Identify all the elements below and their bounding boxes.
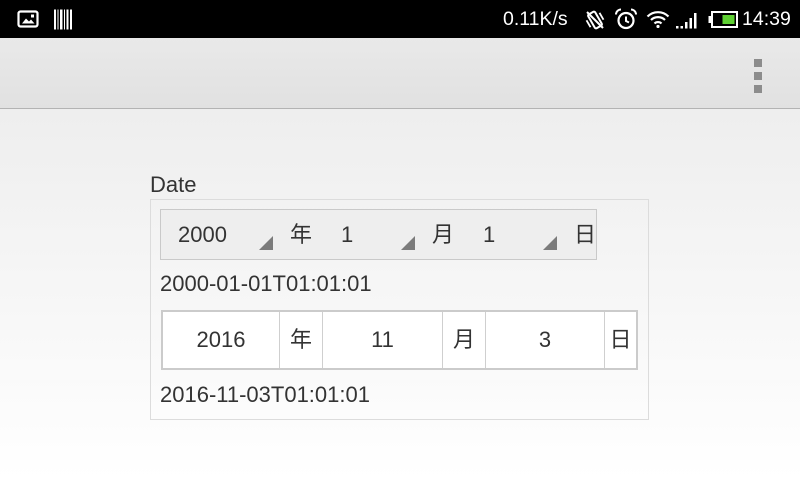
network-speed: 0.11K/s — [503, 8, 568, 30]
dropdown-arrow-icon — [401, 236, 415, 250]
overflow-menu-icon — [738, 38, 778, 108]
overflow-dot — [754, 85, 762, 93]
month-unit-label: 月 — [443, 312, 486, 368]
day-unit-label: 日 — [609, 327, 632, 352]
content-area: Date 2000 年 1 月 1 日 2000-01-01T01:01:01 … — [0, 109, 800, 480]
day-spinner-value: 1 — [483, 222, 496, 247]
image-icon — [17, 10, 39, 28]
day-input[interactable]: 3 — [486, 312, 605, 368]
spinner-date-picker: 2000 年 1 月 1 日 — [160, 209, 597, 260]
month-spinner-value: 1 — [341, 222, 354, 247]
input-date-value: 2016-11-03T01:01:01 — [160, 382, 370, 407]
date-label: Date — [150, 172, 197, 197]
date-field-group: 2000 年 1 月 1 日 2000-01-01T01:01:01 2016 — [150, 199, 649, 420]
overflow-menu-button[interactable] — [738, 38, 778, 108]
year-spinner[interactable]: 2000 — [161, 210, 276, 259]
clock: 14:39 — [742, 8, 791, 30]
input-date-picker: 2016 年 11 月 3 日 — [161, 310, 638, 370]
month-input[interactable]: 11 — [323, 312, 443, 368]
screen: 0.11K/s 14:39 Date 2000 年 1 月 1 日 2000-0… — [0, 0, 800, 480]
battery-icon — [708, 11, 738, 28]
year-input[interactable]: 2016 — [163, 312, 280, 368]
battery-level-fill — [722, 15, 735, 24]
year-spinner-value: 2000 — [178, 222, 227, 247]
year-unit-label: 年 — [290, 222, 313, 247]
vibrate-off-icon — [584, 9, 606, 31]
spinner-date-value: 2000-01-01T01:01:01 — [160, 271, 372, 296]
wifi-icon — [646, 10, 670, 29]
day-spinner[interactable]: 1 — [465, 210, 560, 259]
alarm-icon — [614, 8, 638, 30]
overflow-dot — [754, 72, 762, 80]
dropdown-arrow-icon — [259, 236, 273, 250]
day-unit-label: 日 — [574, 222, 597, 247]
overflow-dot — [754, 59, 762, 67]
month-unit-label: 月 — [432, 222, 455, 247]
dropdown-arrow-icon — [543, 236, 557, 250]
barcode-icon — [53, 9, 73, 30]
action-bar — [0, 38, 800, 109]
status-bar: 0.11K/s 14:39 — [0, 0, 800, 38]
year-unit-label: 年 — [280, 312, 323, 368]
signal-icon — [675, 11, 699, 29]
month-spinner[interactable]: 1 — [323, 210, 418, 259]
